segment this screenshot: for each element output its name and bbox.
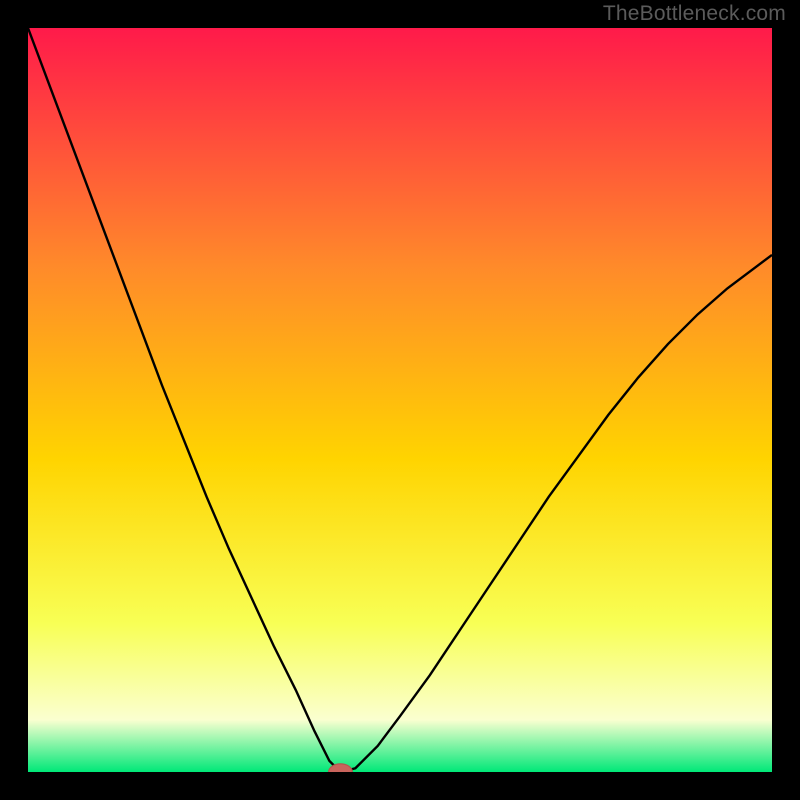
chart-svg: [28, 28, 772, 772]
watermark-text: TheBottleneck.com: [603, 2, 786, 26]
gradient-background: [28, 28, 772, 772]
chart-frame: TheBottleneck.com: [0, 0, 800, 800]
plot-area: [28, 28, 772, 772]
